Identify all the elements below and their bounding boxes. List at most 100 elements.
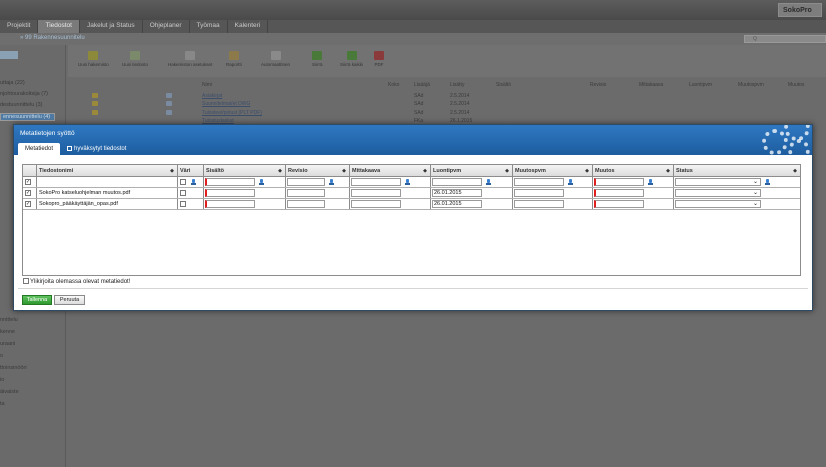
- color-checkbox[interactable]: [180, 201, 186, 207]
- cancel-button[interactable]: Peruuta: [54, 295, 85, 305]
- added-date: 2.5.2014: [450, 93, 470, 99]
- column-header[interactable]: Mittakaava: [639, 82, 663, 88]
- search-input[interactable]: Q: [744, 35, 826, 43]
- sidebar-item[interactable]: njohtourakoitsija (7): [0, 91, 48, 97]
- column-header-created[interactable]: Luontipvm ◆: [431, 165, 513, 177]
- change-input[interactable]: [594, 200, 644, 208]
- column-header[interactable]: Luontipvm: [689, 82, 712, 88]
- sort-arrows-icon: ◆: [278, 168, 282, 174]
- select-all-checkbox[interactable]: ✓: [25, 179, 31, 185]
- scale-input[interactable]: [351, 189, 401, 197]
- pdf-tool[interactable]: PDF: [374, 51, 384, 67]
- fill-down-icon[interactable]: [486, 179, 491, 185]
- overwrite-option[interactable]: Ylikirjoita olemassa olevat metatiedot!: [23, 278, 130, 285]
- tab-kalenteri[interactable]: Kalenteri: [228, 20, 269, 33]
- column-header-status[interactable]: Status ◆: [674, 165, 800, 177]
- file-name-link[interactable]: Tulosteet/piirust (PLT PDF): [202, 110, 262, 116]
- fill-down-icon[interactable]: [191, 179, 196, 185]
- column-header-revision[interactable]: Revisio ◆: [286, 165, 350, 177]
- sidebar-item[interactable]: nnittelu: [0, 317, 18, 323]
- column-header[interactable]: Revisio: [590, 82, 606, 88]
- tab-tiedostot[interactable]: Tiedostot: [38, 20, 80, 33]
- sidebar-item[interactable]: destuunnittelu (3): [0, 102, 43, 108]
- column-header-change[interactable]: Muutos ◆: [593, 165, 674, 177]
- revision-input[interactable]: [287, 200, 325, 208]
- file-list-row[interactable]: Asiakirjat SAd 2.5.2014: [68, 93, 826, 100]
- status-select[interactable]: ⌄: [675, 200, 761, 208]
- color-checkbox[interactable]: [180, 179, 186, 185]
- file-name-link[interactable]: Suunnitelmat/et DWG: [202, 101, 250, 107]
- sidebar-item[interactable]: io: [0, 377, 4, 383]
- column-header[interactable]: Sisältö: [496, 82, 511, 88]
- modified-date-input[interactable]: [514, 200, 564, 208]
- fill-down-icon[interactable]: [765, 179, 770, 185]
- color-checkbox[interactable]: [180, 190, 186, 196]
- column-header[interactable]: Muutospvm: [738, 82, 764, 88]
- scale-fill-input[interactable]: [351, 178, 401, 186]
- new-folder-tool[interactable]: Uusi hakemisto: [78, 51, 109, 67]
- column-header-scale[interactable]: Mittakaava ◆: [350, 165, 431, 177]
- move-all-tool[interactable]: Siirrä kaikki: [340, 51, 363, 67]
- overwrite-checkbox[interactable]: [23, 278, 29, 284]
- modified-date-fill-input[interactable]: [514, 178, 564, 186]
- tab-ohjeplaner[interactable]: Ohjeplaner: [143, 20, 190, 33]
- content-input[interactable]: [205, 189, 255, 197]
- sidebar-item-selected[interactable]: ennesuunnittelu (4): [0, 113, 55, 121]
- tab-projektit[interactable]: Projektit: [0, 20, 39, 33]
- created-fill-input[interactable]: [432, 178, 482, 186]
- column-header-content[interactable]: Sisältö ◆: [204, 165, 286, 177]
- tab-metatiedot[interactable]: Metatiedot: [18, 143, 61, 155]
- pdf-icon: [374, 51, 384, 60]
- column-header[interactable]: Lisätty: [450, 82, 464, 88]
- row-checkbox[interactable]: ✓: [25, 190, 31, 196]
- breadcrumb[interactable]: » 99 Rakennesuunnitelu: [20, 35, 85, 41]
- column-header-color[interactable]: Väri: [178, 165, 204, 177]
- change-input[interactable]: [594, 189, 644, 197]
- file-list-row[interactable]: Tulosteet/piirust (PLT PDF) SAd 2.5.2014: [68, 110, 826, 117]
- report-tool[interactable]: Raportti: [226, 51, 242, 67]
- tab-jakelut[interactable]: Jakelut ja Status: [80, 20, 143, 33]
- column-header[interactable]: Koko: [388, 82, 399, 88]
- change-fill-input[interactable]: [594, 178, 644, 186]
- fill-down-icon[interactable]: [648, 179, 653, 185]
- column-header-modified-date[interactable]: Muutospvm ◆: [513, 165, 593, 177]
- content-fill-input[interactable]: [205, 178, 255, 186]
- modified-date-input[interactable]: [514, 189, 564, 197]
- column-header[interactable]: Muutos: [788, 82, 804, 88]
- sidebar-item[interactable]: ta: [0, 401, 5, 407]
- save-button[interactable]: Tallenna: [22, 295, 52, 305]
- breadcrumb-bar: » 99 Rakennesuunnitelu Q: [0, 33, 826, 45]
- status-select[interactable]: ⌄: [675, 189, 761, 197]
- automatic-tool[interactable]: Automaattinen: [261, 51, 290, 67]
- status-fill-select[interactable]: ⌄: [675, 178, 761, 186]
- fill-down-icon[interactable]: [259, 179, 264, 185]
- scale-input[interactable]: [351, 200, 401, 208]
- column-header-filename[interactable]: Tiedostonimi ◆: [37, 165, 178, 177]
- created-date-input[interactable]: 26.01.2015: [432, 200, 482, 208]
- sidebar-item[interactable]: uttaja (22): [0, 80, 25, 86]
- fill-down-icon[interactable]: [329, 179, 334, 185]
- dialog-title: Metatietojen syöttö: [20, 130, 75, 137]
- fill-down-icon[interactable]: [568, 179, 573, 185]
- sidebar-item[interactable]: o: [0, 353, 3, 359]
- file-list-row[interactable]: Suunnitelmat/et DWG SAd 2.5.2014: [68, 101, 826, 108]
- row-checkbox[interactable]: ✓: [25, 201, 31, 207]
- sidebar-item[interactable]: kenne: [0, 329, 15, 335]
- revision-input[interactable]: [287, 189, 325, 197]
- sidebar-item[interactable]: ttoinsinööri: [0, 365, 27, 371]
- folder-settings-tool[interactable]: Hakemiston asetukset: [168, 51, 212, 67]
- sidebar-item[interactable]: uraani: [0, 341, 15, 347]
- fill-down-icon[interactable]: [405, 179, 410, 185]
- sidebar-button[interactable]: [0, 51, 18, 59]
- sidebar-item[interactable]: äivaiste: [0, 389, 19, 395]
- new-file-tool[interactable]: Uusi tiedosto: [122, 51, 148, 67]
- tab-approved-files[interactable]: hyväksytyt tiedostot: [60, 143, 133, 155]
- column-header[interactable]: Nimi: [202, 82, 212, 88]
- content-input[interactable]: [205, 200, 255, 208]
- column-header[interactable]: Lisääjä: [414, 82, 430, 88]
- file-name-link[interactable]: Asiakirjat: [202, 93, 222, 99]
- revision-fill-input[interactable]: [287, 178, 325, 186]
- tab-tyomaa[interactable]: Työmaa: [190, 20, 228, 33]
- created-date-input[interactable]: 26.01.2015: [432, 189, 482, 197]
- move-tool[interactable]: Siirrä: [312, 51, 323, 67]
